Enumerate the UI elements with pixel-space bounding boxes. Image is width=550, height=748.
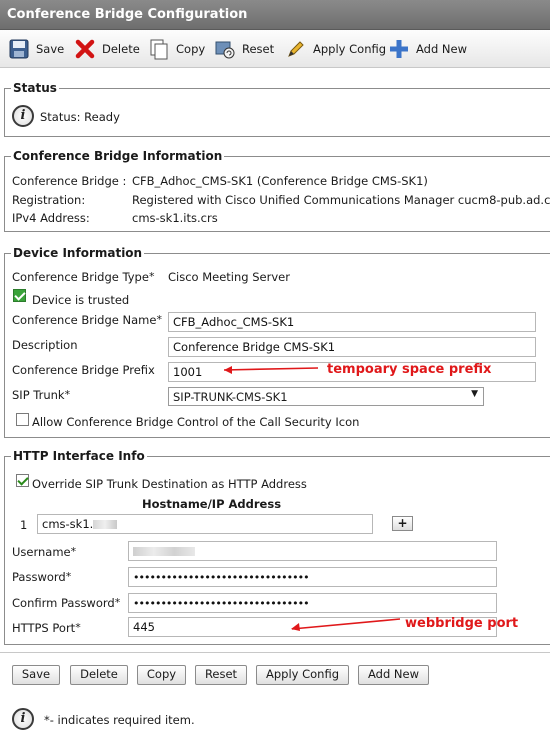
window-title: Conference Bridge Configuration <box>0 0 550 30</box>
redacted-mark <box>93 520 118 529</box>
footer-copy-button[interactable]: Copy <box>137 665 186 685</box>
prefix-annotation: tempoary space prefix <box>327 362 492 377</box>
device-info-legend: Device Information <box>13 246 143 260</box>
confirm-password-label: Confirm Password* <box>12 596 121 610</box>
toolbar-add-new-label: Add New <box>416 42 468 56</box>
http-info-legend: HTTP Interface Info <box>13 449 145 463</box>
toolbar-delete-button[interactable]: Delete <box>74 35 140 63</box>
toolbar: Save Delete Copy Reset Apply Config Add … <box>0 30 550 68</box>
registration-value: Registered with Cisco Unified Communicat… <box>132 193 550 207</box>
port-annotation: webbridge port <box>405 616 519 631</box>
cb-name-label: Conference Bridge Name* <box>12 313 162 327</box>
device-trusted-checkbox[interactable] <box>13 289 26 302</box>
status-text: Status: Ready <box>40 110 120 124</box>
footer-save-button[interactable]: Save <box>12 665 60 685</box>
floppy-disk-icon <box>9 39 29 59</box>
description-label: Description <box>12 338 78 352</box>
hostname-input[interactable]: cms-sk1. <box>37 514 373 534</box>
toolbar-apply-config-label: Apply Config <box>313 42 387 56</box>
status-section: Status <box>4 81 550 137</box>
sip-trunk-label: SIP Trunk* <box>12 388 71 402</box>
footer-add-new-button[interactable]: Add New <box>358 665 429 685</box>
description-input[interactable]: Conference Bridge CMS-SK1 <box>168 337 536 357</box>
device-trusted-label: Device is trusted <box>32 293 130 307</box>
username-label: Username* <box>12 545 77 559</box>
password-label: Password* <box>12 570 72 584</box>
footer-delete-button[interactable]: Delete <box>70 665 128 685</box>
override-sip-label: Override SIP Trunk Destination as HTTP A… <box>32 477 307 491</box>
info-icon: i <box>12 708 34 730</box>
info-icon: i <box>12 105 34 127</box>
allow-control-checkbox[interactable] <box>16 413 29 426</box>
cb-name-input[interactable]: CFB_Adhoc_CMS-SK1 <box>168 312 536 332</box>
toolbar-reset-label: Reset <box>242 42 275 56</box>
ipv4-label: IPv4 Address: <box>12 211 90 225</box>
cb-info-legend: Conference Bridge Information <box>13 149 223 163</box>
plus-icon <box>390 40 408 58</box>
username-input[interactable] <box>128 541 497 561</box>
toolbar-copy-button[interactable]: Copy <box>148 35 205 63</box>
footer-reset-button[interactable]: Reset <box>195 665 247 685</box>
reset-device-icon <box>215 41 235 59</box>
pencil-icon <box>288 41 304 57</box>
required-note: *- indicates required item. <box>44 713 195 727</box>
sip-trunk-select[interactable]: SIP-TRUNK-CMS-SK1 ▼ <box>168 387 484 406</box>
ipv4-value: cms-sk1.its.crs <box>132 211 218 225</box>
cb-value: CFB_Adhoc_CMS-SK1 (Conference Bridge CMS… <box>132 174 428 188</box>
toolbar-apply-config-button[interactable]: Apply Config <box>285 35 386 63</box>
chevron-down-icon: ▼ <box>471 389 478 399</box>
toolbar-delete-label: Delete <box>102 42 140 56</box>
override-sip-checkbox[interactable] <box>16 474 29 487</box>
footer-apply-config-button[interactable]: Apply Config <box>256 665 349 685</box>
cb-type-value: Cisco Meeting Server <box>168 270 290 284</box>
hostname-column-header: Hostname/IP Address <box>142 497 282 511</box>
toolbar-copy-label: Copy <box>176 42 206 56</box>
cb-type-label: Conference Bridge Type* <box>12 270 155 284</box>
toolbar-save-button[interactable]: Save <box>8 35 64 63</box>
toolbar-save-label: Save <box>36 42 65 56</box>
allow-control-label: Allow Conference Bridge Control of the C… <box>32 415 360 429</box>
port-arrow-icon <box>291 618 401 631</box>
footer-divider <box>0 652 550 653</box>
toolbar-reset-button[interactable]: Reset <box>214 35 274 63</box>
redacted-mark <box>133 547 195 556</box>
cb-prefix-label: Conference Bridge Prefix <box>12 363 155 377</box>
registration-label: Registration: <box>12 193 86 207</box>
status-legend: Status <box>13 81 57 95</box>
confirm-password-input[interactable]: •••••••••••••••••••••••••••••••• <box>128 593 497 613</box>
host-row-index: 1 <box>20 518 28 532</box>
add-hostname-button[interactable]: + <box>392 516 413 531</box>
copy-document-icon <box>150 39 168 60</box>
toolbar-add-new-button[interactable]: Add New <box>388 35 467 63</box>
cb-label: Conference Bridge : <box>12 174 127 188</box>
prefix-arrow-icon <box>223 366 319 374</box>
red-x-icon <box>75 39 95 59</box>
https-port-label: HTTPS Port* <box>12 621 81 635</box>
password-input[interactable]: •••••••••••••••••••••••••••••••• <box>128 567 497 587</box>
sip-trunk-value: SIP-TRUNK-CMS-SK1 <box>173 390 288 404</box>
